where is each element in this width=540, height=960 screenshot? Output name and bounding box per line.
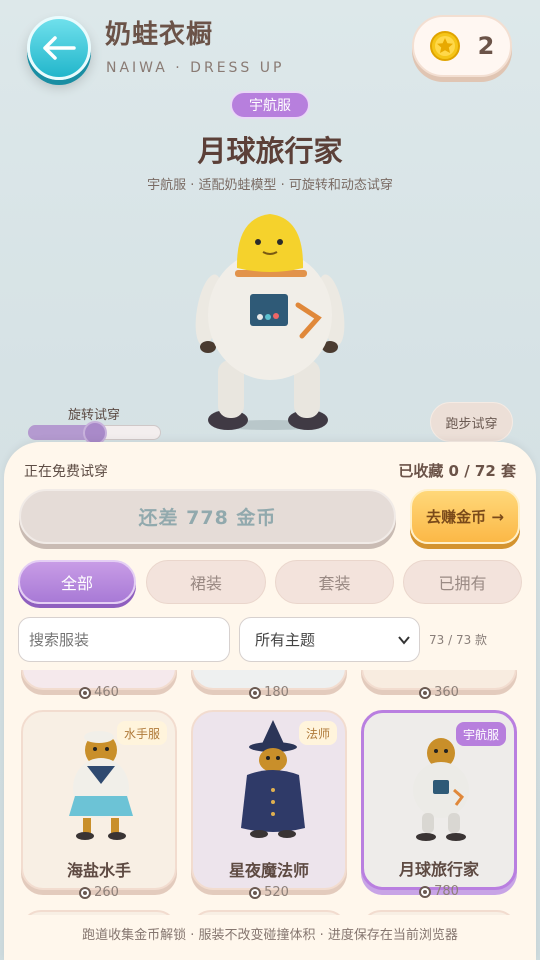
outfit-card-sailor[interactable]: 水手服 海盐水手 260 xyxy=(21,710,177,900)
coin-icon xyxy=(249,686,262,699)
outfit-card[interactable] xyxy=(21,910,177,915)
tab-dress[interactable]: 裙装 xyxy=(146,560,266,604)
chevron-down-icon xyxy=(398,636,410,645)
outfit-price: 360 xyxy=(363,685,515,700)
outfit-type-badge: 宇航服 xyxy=(230,91,310,119)
search-input[interactable] xyxy=(18,617,230,662)
outfit-name: 海盐水手 xyxy=(66,861,131,880)
collected-count: 已收藏 0 / 72 套 xyxy=(398,462,516,480)
frog-astronaut-model[interactable] xyxy=(190,210,350,435)
run-try-button[interactable]: 跑步试穿 xyxy=(430,402,513,442)
back-button[interactable] xyxy=(27,16,91,80)
outfit-price: 460 xyxy=(23,685,175,700)
result-count: 73 / 73 款 xyxy=(429,633,488,647)
page-subtitle: NAIWA · DRESS UP xyxy=(106,60,285,76)
buy-outfit-button[interactable]: 还差 778 金币 xyxy=(19,489,396,544)
tab-set[interactable]: 套装 xyxy=(275,560,394,604)
frog-wizard-image xyxy=(241,720,305,838)
footer-note: 跑道收集金币解锁 · 服装不改变碰撞体积 · 进度保存在当前浏览器 xyxy=(82,928,458,943)
arrow-left-icon xyxy=(43,36,76,60)
outfit-card[interactable]: 360 xyxy=(361,670,517,700)
outfit-price: 520 xyxy=(193,885,345,900)
tab-owned[interactable]: 已拥有 xyxy=(403,560,522,604)
outfit-price: 180 xyxy=(193,685,345,700)
theme-select[interactable]: 所有主题 xyxy=(239,617,420,662)
earn-coins-button[interactable]: 去赚金币 → xyxy=(410,489,520,544)
outfit-name: 星夜魔法师 xyxy=(228,861,309,880)
outfit-price: 260 xyxy=(23,885,175,900)
coin-balance: 2 xyxy=(412,15,512,77)
outfit-name: 月球旅行家 xyxy=(398,860,479,879)
outfit-price: 780 xyxy=(364,884,514,899)
outfit-card-wizard[interactable]: 法师 星夜魔法师 520 xyxy=(191,710,347,900)
coin-icon xyxy=(249,886,262,899)
outfit-description: 宇航服 · 适配奶蛙模型 · 可旋转和动态试穿 xyxy=(147,178,393,193)
frog-astronaut-image xyxy=(413,738,469,841)
page-title: 奶蛙衣橱 xyxy=(105,20,214,50)
gold-coin-icon xyxy=(429,31,460,61)
outfit-card[interactable]: 460 xyxy=(21,670,177,700)
outfit-grid: 460 180 360 水手服 海盐水手 260 法师 星夜魔法师 520 宇航… xyxy=(4,670,536,915)
coin-icon xyxy=(79,886,92,899)
outfit-card[interactable]: 180 xyxy=(191,670,347,700)
tab-all[interactable]: 全部 xyxy=(18,560,136,604)
outfit-card[interactable] xyxy=(191,910,347,915)
outfit-name: 月球旅行家 xyxy=(197,134,343,168)
coin-icon xyxy=(79,686,92,699)
coin-icon xyxy=(419,686,432,699)
frog-sailor-image xyxy=(69,731,133,840)
trying-label: 正在免费试穿 xyxy=(24,464,108,480)
outfit-card[interactable] xyxy=(361,910,517,915)
coin-icon xyxy=(419,885,432,898)
coin-count: 2 xyxy=(477,32,495,60)
outfit-card-astronaut[interactable]: 宇航服 月球旅行家 780 xyxy=(361,710,517,899)
theme-select-value: 所有主题 xyxy=(255,631,316,649)
